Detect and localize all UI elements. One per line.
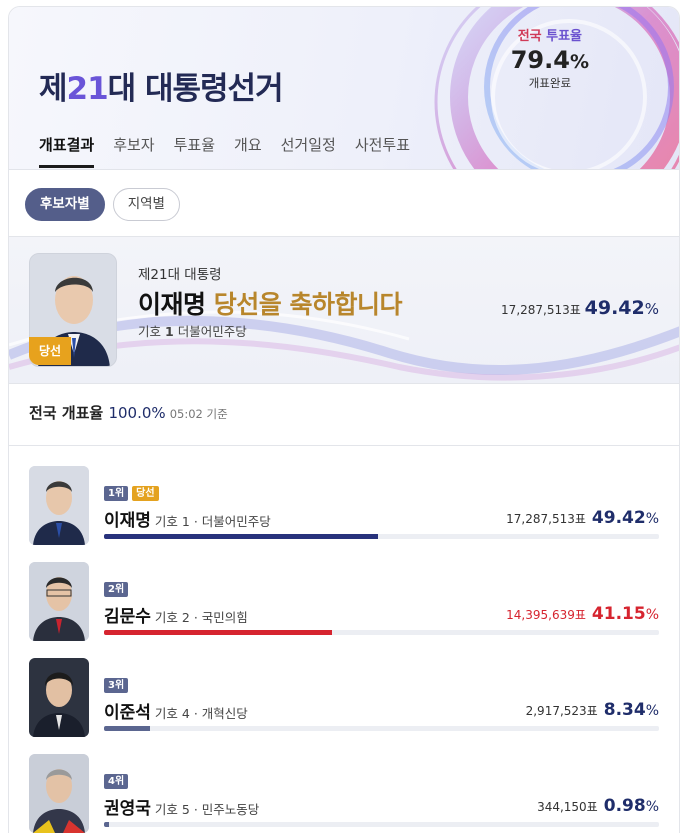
candidate-votes: 17,287,513표 49.42%	[506, 508, 659, 528]
rank-badges: 3위	[104, 678, 129, 693]
rank-badge: 2위	[104, 582, 129, 597]
filter-by-candidate[interactable]: 후보자별	[25, 188, 105, 221]
vote-share-fill	[104, 630, 333, 635]
candidate-votes: 14,395,639표 41.15%	[506, 604, 659, 624]
candidate-photo	[29, 754, 89, 833]
section-tabs: 개표결과 후보자 투표율 개요 선거일정 사전투표	[39, 134, 410, 168]
candidate-votes: 344,150표 0.98%	[537, 796, 659, 816]
tab-results[interactable]: 개표결과	[39, 134, 95, 168]
tab-turnout[interactable]: 투표율	[174, 134, 215, 167]
vote-share-fill	[104, 534, 379, 539]
winner-office: 제21대 대통령	[138, 267, 222, 283]
candidate-row[interactable]: 3위 이준석 기호 4 · 개혁신당 2,917,523표 8.34%	[9, 656, 679, 752]
rank-badge: 3위	[104, 678, 129, 693]
candidate-name-line: 김문수 기호 2 · 국민의힘	[104, 607, 248, 627]
candidate-row[interactable]: 4위 권영국 기호 5 · 민주노동당 344,150표 0.98%	[9, 752, 679, 833]
rank-badge: 1위	[104, 486, 129, 501]
filter-by-region[interactable]: 지역별	[112, 188, 180, 221]
election-card: 제21대 대통령선거 전국 투표율 79.4% 개표완료 개표결과 후보자 투표…	[8, 6, 680, 833]
winner-banner: 당선 제21대 대통령 이재명 당선을 축하합니다 기호 1 더불어민주당 17…	[9, 236, 679, 384]
national-turnout: 전국 투표율 79.4% 개표완료	[511, 25, 589, 91]
winner-party-line: 기호 1 더불어민주당	[138, 324, 247, 339]
rank-badges: 1위 당선	[104, 486, 159, 501]
tab-overview[interactable]: 개요	[234, 134, 262, 167]
candidate-list: 1위 당선 이재명 기호 1 · 더불어민주당 17,287,513표 49.42% …	[9, 446, 679, 833]
turnout-value: 79.4%	[510, 46, 589, 74]
national-count: 전국 개표율 100.0% 05:02 기준	[9, 384, 679, 446]
candidate-name-line: 권영국 기호 5 · 민주노동당	[104, 799, 260, 819]
candidate-photo	[29, 562, 89, 641]
elected-badge: 당선	[29, 337, 71, 365]
vote-share-fill	[104, 726, 151, 731]
candidate-row[interactable]: 2위 김문수 기호 2 · 국민의힘 14,395,639표 41.15%	[9, 560, 679, 656]
vote-share-bar	[104, 630, 659, 635]
winner-headline: 이재명 당선을 축하합니다	[138, 290, 402, 319]
filter-pills: 후보자별 지역별	[9, 170, 679, 236]
vote-share-bar	[104, 726, 659, 731]
tab-schedule[interactable]: 선거일정	[281, 134, 336, 167]
winner-votes: 17,287,513표 49.42%	[501, 297, 659, 319]
vote-share-bar	[104, 534, 659, 539]
election-header: 제21대 대통령선거 전국 투표율 79.4% 개표완료 개표결과 후보자 투표…	[9, 7, 679, 170]
rank-badge: 4위	[104, 774, 129, 789]
candidate-row[interactable]: 1위 당선 이재명 기호 1 · 더불어민주당 17,287,513표 49.42%	[9, 464, 679, 560]
candidate-photo	[29, 658, 89, 737]
candidate-photo	[29, 466, 89, 545]
rank-badges: 4위	[104, 774, 129, 789]
elected-tag: 당선	[132, 486, 159, 501]
vote-share-fill	[104, 822, 110, 827]
tab-early-voting[interactable]: 사전투표	[355, 134, 410, 167]
candidate-votes: 2,917,523표 8.34%	[525, 700, 659, 720]
vote-share-bar	[104, 822, 659, 827]
page-title: 제21대 대통령선거	[39, 71, 284, 107]
turnout-status: 개표완료	[528, 76, 572, 90]
tab-candidates[interactable]: 후보자	[113, 134, 154, 167]
candidate-name-line: 이준석 기호 4 · 개혁신당	[104, 703, 248, 723]
rank-badges: 2위	[104, 582, 129, 597]
turnout-label: 전국 투표율	[517, 29, 583, 44]
candidate-name-line: 이재명 기호 1 · 더불어민주당	[104, 511, 271, 531]
